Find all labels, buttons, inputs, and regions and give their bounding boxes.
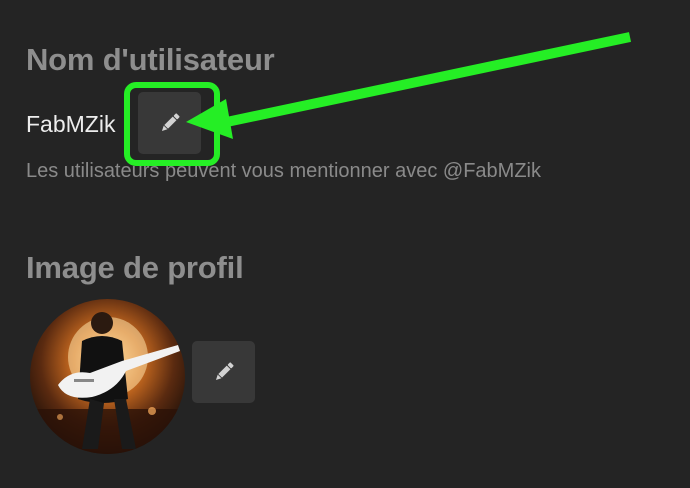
edit-avatar-button[interactable] [192,341,255,403]
avatar-image [30,312,185,454]
username-helper-text: Les utilisateurs peuvent vous mentionner… [26,160,541,182]
avatar-section-title: Image de profil [26,250,244,285]
avatar [30,299,185,454]
pencil-icon [161,113,180,132]
pencil-icon [215,362,234,381]
username-section-title: Nom d'utilisateur [26,42,275,77]
username-value: FabMZik [26,111,116,137]
edit-username-button[interactable] [138,92,201,154]
